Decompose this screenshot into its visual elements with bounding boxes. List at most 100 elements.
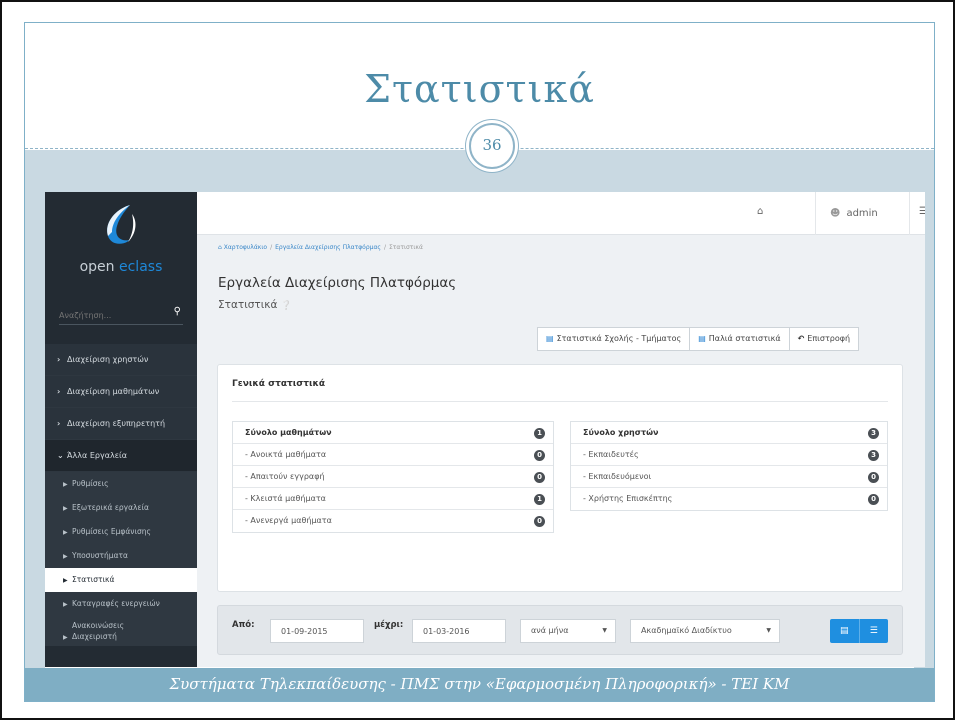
row-label: - Ανοικτά μαθήματα [245, 450, 327, 459]
sidebar-subitem-label: Εξωτερικά εργαλεία [72, 503, 149, 512]
count-badge: 0 [534, 472, 545, 483]
user-menu[interactable]: ☻ admin [815, 192, 910, 235]
logo-area: open eclass ⚲ [45, 192, 197, 352]
caret-right-icon: ▶ [63, 481, 68, 488]
list-item: Σύνολο χρηστών 3 [571, 422, 887, 444]
breadcrumb-link-portfolio[interactable]: Χαρτοφυλάκιο [224, 244, 267, 251]
sidebar-subitem-subsystems[interactable]: ▶ Υποσυστήματα [45, 544, 197, 568]
from-date-input[interactable] [270, 619, 364, 643]
list-item: - Ανενεργά μαθήματα 0 [233, 510, 553, 532]
list-item: - Εκπαιδευόμενοι 0 [571, 466, 887, 488]
sidebar-subitem-label: Ρυθμίσεις Εμφάνισης [72, 527, 151, 536]
sidebar-subitem-admin-announcements[interactable]: ▶ Ανακοινώσεις Διαχειριστή [45, 616, 197, 646]
sidebar-item-other-tools[interactable]: ⌄ Άλλα Εργαλεία [45, 440, 197, 472]
general-stats-panel: Γενικά στατιστικά Σύνολο μαθημάτων 1 - Αν… [217, 364, 903, 592]
caret-right-icon: ▶ [63, 577, 68, 584]
reply-icon: ↶ [797, 334, 805, 343]
count-badge: 0 [534, 450, 545, 461]
search-input[interactable] [59, 305, 159, 326]
sidebar-item-users[interactable]: › Διαχείριση χρηστών [45, 344, 197, 376]
chevron-down-icon: ⌄ [57, 451, 64, 460]
caret-down-icon: ▼ [602, 627, 607, 634]
page-subtitle-text: Στατιστικά [218, 299, 278, 311]
top-bar: ⌂ ☻ admin ☰ [197, 192, 925, 235]
sidebar-subitem-appearance[interactable]: ▶ Ρυθμίσεις Εμφάνισης [45, 520, 197, 544]
count-badge: 0 [868, 472, 879, 483]
slide-footer: Συστήματα Τηλεκπαίδευσης - ΠΜΣ στην «Εφα… [25, 668, 934, 701]
sidebar-subitem-label: Ρυθμίσεις [72, 479, 109, 488]
list-item: Σύνολο μαθημάτων 1 [233, 422, 553, 444]
sidebar-item-label: Διαχείριση μαθημάτων [67, 387, 160, 396]
list-view-icon[interactable]: ☰ [858, 619, 889, 643]
user-icon: ☻ [830, 208, 841, 219]
interval-select[interactable]: ανά μήνα ▼ [520, 619, 616, 643]
faculty-stats-label: Στατιστικά Σχολής - Τμήματος [556, 334, 682, 343]
date-filter-bar: Από: μέχρι: ανά μήνα ▼ Ακαδημαϊκό Διαδίκτ… [217, 605, 903, 655]
list-item: - Ανοικτά μαθήματα 0 [233, 444, 553, 466]
count-badge: 3 [868, 428, 879, 439]
old-stats-label: Παλιά στατιστικά [708, 334, 781, 343]
users-total-label: Σύνολο χρηστών [583, 428, 659, 437]
chevron-right-icon: › [57, 355, 61, 364]
back-button[interactable]: ↶ Επιστροφή [789, 327, 860, 351]
logo-word-eclass: eclass [119, 259, 163, 275]
caret-right-icon: ▶ [63, 634, 68, 641]
courses-total-label: Σύνολο μαθημάτων [245, 428, 332, 437]
sidebar-item-courses[interactable]: › Διαχείριση μαθημάτων [45, 376, 197, 408]
caret-right-icon: ▶ [63, 601, 68, 608]
sidebar-search: ⚲ [59, 303, 183, 326]
sidebar-item-label: Άλλα Εργαλεία [67, 451, 128, 460]
list-item: - Εκπαιδευτές 3 [571, 444, 887, 466]
row-label: - Κλειστά μαθήματα [245, 494, 326, 503]
eclass-logo-icon[interactable] [100, 202, 140, 250]
menu-toggle-icon[interactable]: ☰ [919, 206, 925, 217]
list-item: - Κλειστά μαθήματα 1 [233, 488, 553, 510]
main-content: ⌂ ☻ admin ☰ ⌂ Χαρτοφυλάκιο / Εργαλεία Διαχε… [197, 192, 925, 667]
users-list: Σύνολο χρηστών 3 - Εκπαιδευτές 3 - Εκπαιδε… [570, 421, 888, 511]
breadcrumb-separator: / [270, 244, 273, 251]
caret-right-icon: ▶ [63, 505, 68, 512]
count-badge: 1 [534, 428, 545, 439]
chevron-right-icon: › [57, 419, 61, 428]
sidebar-subitem-label: Υποσυστήματα [72, 551, 128, 560]
sidebar-subitem-label: Ανακοινώσεις Διαχειριστή [72, 621, 125, 641]
sidebar-subitem-label: Στατιστικά [72, 575, 115, 584]
row-label: - Απαιτούν εγγραφή [245, 472, 325, 481]
department-select[interactable]: Ακαδημαϊκό Διαδίκτυο ▼ [630, 619, 780, 643]
breadcrumb: ⌂ Χαρτοφυλάκιο / Εργαλεία Διαχείρισης Πλατ… [218, 244, 423, 251]
divider [232, 401, 888, 402]
logo-text: open eclass [45, 259, 197, 275]
count-badge: 3 [868, 450, 879, 461]
search-icon[interactable]: ⚲ [174, 306, 181, 317]
from-label: Από: [232, 620, 255, 630]
sidebar-subitem-activity-logs[interactable]: ▶ Καταγραφές ενεργειών [45, 592, 197, 616]
home-icon[interactable]: ⌂ [757, 206, 763, 217]
sidebar: open eclass ⚲ › Διαχείριση χρηστών › Διαχε… [45, 192, 197, 667]
eclass-screenshot: open eclass ⚲ › Διαχείριση χρηστών › Διαχε… [45, 192, 925, 667]
sidebar-item-server[interactable]: › Διαχείριση εξυπηρετητή [45, 408, 197, 440]
old-stats-button[interactable]: ▤ Παλιά στατιστικά [690, 327, 790, 351]
count-badge: 1 [534, 494, 545, 505]
slide-page-number: 36 [469, 123, 515, 169]
sidebar-subitem-label: Καταγραφές ενεργειών [72, 599, 160, 608]
sidebar-item-label: Διαχείριση χρηστών [67, 355, 149, 364]
sidebar-subitem-statistics[interactable]: ▶ Στατιστικά [45, 568, 197, 592]
sidebar-item-label: Διαχείριση εξυπηρετητή [67, 419, 166, 428]
breadcrumb-link-admin-tools[interactable]: Εργαλεία Διαχείρισης Πλατφόρμας [275, 244, 381, 251]
count-badge: 0 [868, 494, 879, 505]
view-toggle: ▤ ☰ [830, 619, 888, 643]
sidebar-subitem-settings[interactable]: ▶ Ρυθμίσεις [45, 472, 197, 496]
bar-chart-icon: ▤ [546, 334, 554, 343]
faculty-stats-button[interactable]: ▤ Στατιστικά Σχολής - Τμήματος [537, 327, 691, 351]
sidebar-menu: › Διαχείριση χρηστών › Διαχείριση μαθημάτω… [45, 344, 197, 646]
list-item: - Χρήστης Επισκέπτης 0 [571, 488, 887, 510]
row-label: - Ανενεργά μαθήματα [245, 516, 332, 525]
page-subtitle: Στατιστικά ❔ [218, 299, 292, 311]
row-label: - Χρήστης Επισκέπτης [583, 494, 673, 503]
help-icon[interactable]: ❔ [281, 301, 292, 311]
slide-backdrop-left [25, 150, 45, 670]
chart-view-icon[interactable]: ▤ [830, 619, 859, 643]
caret-down-icon: ▼ [766, 627, 771, 634]
sidebar-subitem-external-tools[interactable]: ▶ Εξωτερικά εργαλεία [45, 496, 197, 520]
to-date-input[interactable] [412, 619, 506, 643]
